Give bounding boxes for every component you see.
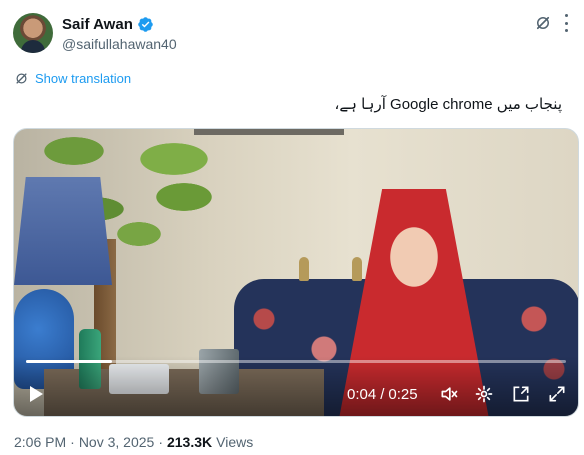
lamp-shade	[14, 177, 112, 285]
current-time: 0:04	[347, 386, 377, 403]
popout-icon[interactable]	[511, 384, 531, 404]
verified-badge-icon	[137, 16, 154, 33]
progress-bar[interactable]	[26, 360, 566, 363]
tweet-date[interactable]: Nov 3, 2025	[79, 434, 155, 450]
tweet-text: پنجاب میں Google chrome آرہا ہے،	[334, 96, 562, 113]
sofa-finial	[352, 257, 362, 281]
mute-icon[interactable]	[439, 384, 459, 404]
translate-icon	[14, 71, 29, 86]
play-icon[interactable]	[30, 386, 43, 402]
show-translation-label[interactable]: Show translation	[35, 71, 131, 86]
author-display-name[interactable]: Saif Awan	[62, 16, 133, 33]
views-label: Views	[216, 434, 254, 450]
tweet-time[interactable]: 2:06 PM	[14, 434, 66, 450]
video-player[interactable]: 0:04 / 0:25	[13, 128, 579, 417]
progress-fill	[26, 360, 113, 363]
grok-icon[interactable]	[534, 14, 552, 32]
fullscreen-icon[interactable]	[547, 384, 567, 404]
show-translation-link[interactable]: Show translation	[14, 71, 131, 86]
meta-separator: ·	[70, 434, 75, 450]
tweet-meta: 2:06 PM · Nov 3, 2025 · 213.3K Views	[14, 434, 253, 450]
author-handle[interactable]: @saifullahawan40	[62, 36, 177, 52]
duration: 0:25	[388, 386, 418, 403]
author-name-row: Saif Awan	[62, 14, 154, 34]
video-time: 0:04 / 0:25	[347, 386, 418, 403]
time-separator: /	[380, 386, 385, 403]
views-count: 213.3K	[166, 434, 213, 450]
avatar[interactable]	[13, 13, 53, 53]
meta-separator: ·	[158, 434, 163, 450]
sofa-finial	[299, 257, 309, 281]
settings-icon[interactable]	[474, 384, 494, 404]
more-options-icon[interactable]	[565, 14, 569, 32]
